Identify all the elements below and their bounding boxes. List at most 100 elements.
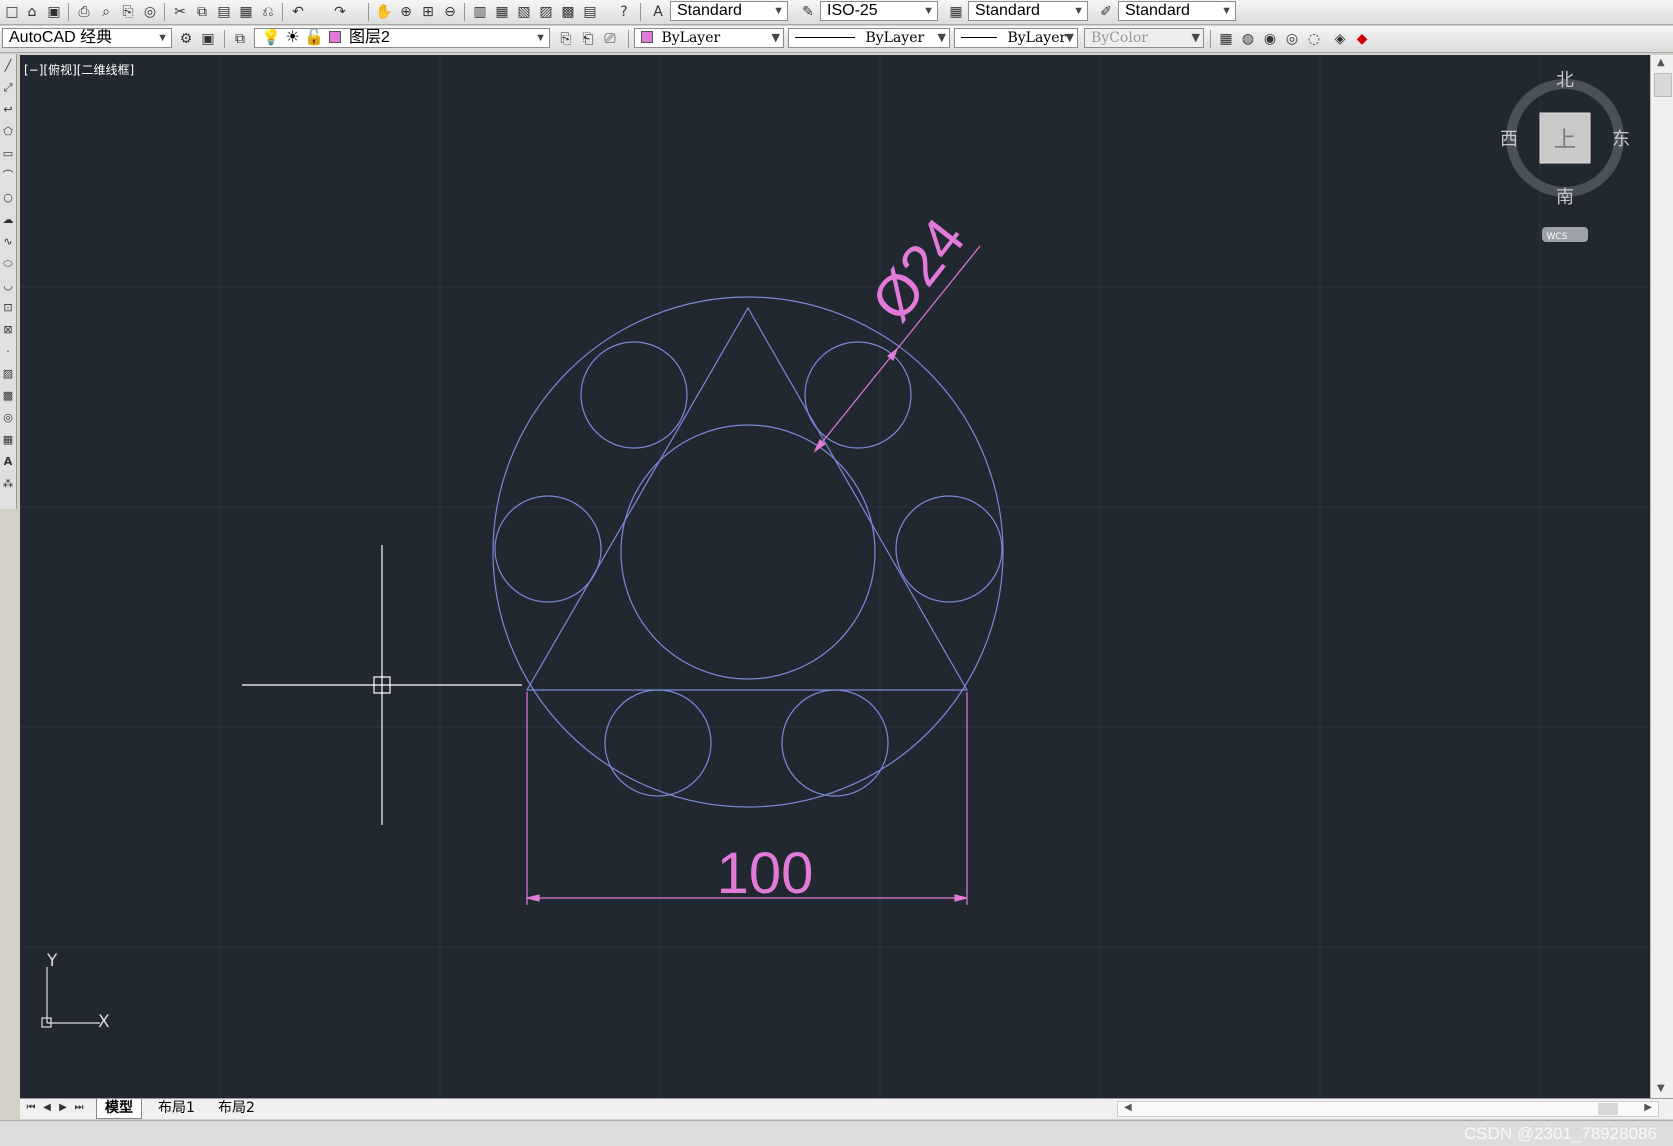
- redo-icon[interactable]: ↷: [330, 2, 350, 22]
- last-tab-icon[interactable]: ⏭: [72, 1101, 86, 1115]
- plot-icon[interactable]: ⎙: [74, 2, 94, 22]
- viewcube-east[interactable]: 东: [1612, 129, 1630, 150]
- zoom-previous-icon[interactable]: ⊖: [440, 2, 460, 22]
- lineweight-control-select[interactable]: ByLayer ▼: [954, 28, 1078, 48]
- open-file-icon[interactable]: ⌂: [22, 2, 42, 22]
- clean-screen-icon[interactable]: ▣: [198, 29, 218, 49]
- markup-icon[interactable]: ▩: [558, 2, 578, 22]
- ellipse-icon[interactable]: ⬭: [1, 256, 15, 272]
- small-circle-3[interactable]: [494, 495, 602, 603]
- sheet-set-icon[interactable]: ▨: [536, 2, 556, 22]
- new-file-icon[interactable]: □: [2, 2, 22, 22]
- visual-style-manager-icon[interactable]: ◈: [1330, 29, 1350, 49]
- first-tab-icon[interactable]: ⏮: [24, 1101, 38, 1115]
- tab-layout1[interactable]: 布局1: [150, 1099, 203, 1118]
- hscroll-thumb[interactable]: [1598, 1103, 1618, 1115]
- small-circle-2[interactable]: [804, 341, 912, 449]
- viewcube-south[interactable]: 南: [1556, 187, 1574, 208]
- spline-icon[interactable]: ∿: [1, 234, 15, 250]
- viewcube-north[interactable]: 北: [1556, 70, 1574, 91]
- table-icon[interactable]: ▦: [1, 432, 15, 448]
- cut-icon[interactable]: ✂: [170, 2, 190, 22]
- multileader-style-icon[interactable]: ✐: [1096, 2, 1116, 22]
- scroll-left-icon[interactable]: ◀: [1124, 1102, 1132, 1113]
- ellipse-arc-icon[interactable]: ◡: [1, 278, 15, 294]
- layer-previous-icon[interactable]: ⎗: [578, 29, 598, 49]
- save-icon[interactable]: ▣: [44, 2, 64, 22]
- region-icon[interactable]: ◎: [1, 410, 15, 426]
- zoom-window-icon[interactable]: ⊞: [418, 2, 438, 22]
- small-circle-6[interactable]: [781, 689, 889, 797]
- plot-preview-icon[interactable]: ⌕: [96, 2, 116, 22]
- linear-dim-text[interactable]: 100: [717, 841, 814, 906]
- dim-style-icon[interactable]: ✎: [798, 2, 818, 22]
- scroll-down-icon[interactable]: ▼: [1657, 1083, 1665, 1094]
- multileader-style-select[interactable]: Standard ▼: [1118, 1, 1236, 21]
- visual-style-close-icon[interactable]: ◆: [1352, 29, 1372, 49]
- zoom-realtime-icon[interactable]: ⊕: [396, 2, 416, 22]
- outer-circle[interactable]: [492, 296, 1004, 808]
- line-icon[interactable]: ╱: [1, 58, 15, 74]
- polygon-icon[interactable]: ⬠: [1, 124, 15, 140]
- make-current-layer-icon[interactable]: ⎘: [556, 29, 576, 49]
- add-selected-icon[interactable]: ⁂: [1, 476, 15, 492]
- table-style-select[interactable]: Standard ▼: [968, 1, 1088, 21]
- horizontal-scrollbar[interactable]: ◀ ▶: [1117, 1101, 1659, 1117]
- paste-icon[interactable]: ▤: [214, 2, 234, 22]
- workspace-select[interactable]: AutoCAD 经典 ▼: [2, 28, 172, 48]
- drawing-canvas[interactable]: [−][俯视][二维线框] 100 Ø24 X Y 上 北 南 东 西 WCS: [20, 55, 1650, 1098]
- circle-icon[interactable]: ○: [1, 190, 15, 206]
- calculator-icon[interactable]: ▤: [580, 2, 600, 22]
- undo-icon[interactable]: ↶: [288, 2, 308, 22]
- tab-layout2[interactable]: 布局2: [210, 1099, 263, 1118]
- revision-cloud-icon[interactable]: ☁: [1, 212, 15, 228]
- workspace-settings-icon[interactable]: ⚙: [176, 29, 196, 49]
- tab-model[interactable]: 模型: [96, 1099, 142, 1119]
- hatch-icon[interactable]: ▨: [1, 366, 15, 382]
- small-circle-4[interactable]: [895, 495, 1003, 603]
- insert-block-icon[interactable]: ⊡: [1, 300, 15, 316]
- dim-style-select[interactable]: ISO-25 ▼: [820, 1, 938, 21]
- publish-icon[interactable]: ⎘: [118, 2, 138, 22]
- scroll-thumb[interactable]: [1654, 73, 1672, 97]
- scroll-up-icon[interactable]: ▲: [1657, 57, 1665, 68]
- color-control-select[interactable]: ByLayer ▼: [634, 28, 784, 48]
- visual-style-hidden-icon[interactable]: ◉: [1260, 29, 1280, 49]
- viewcube[interactable]: 上 北 南 东 西 WCS: [1500, 70, 1630, 242]
- text-style-select[interactable]: Standard ▼: [670, 1, 788, 21]
- next-tab-icon[interactable]: ▶: [56, 1101, 70, 1115]
- gradient-icon[interactable]: ▩: [1, 388, 15, 404]
- design-center-icon[interactable]: ▦: [492, 2, 512, 22]
- tool-palettes-icon[interactable]: ▧: [514, 2, 534, 22]
- small-circle-5[interactable]: [604, 689, 712, 797]
- copy-icon[interactable]: ⧉: [192, 2, 212, 22]
- construction-line-icon[interactable]: ⤢: [1, 80, 15, 96]
- visual-style-2d-icon[interactable]: ▦: [1216, 29, 1236, 49]
- text-style-icon[interactable]: A: [648, 2, 668, 22]
- small-circle-1[interactable]: [580, 341, 688, 449]
- viewcube-west[interactable]: 西: [1500, 129, 1518, 150]
- help-icon[interactable]: ?: [614, 2, 634, 22]
- make-block-icon[interactable]: ⊠: [1, 322, 15, 338]
- pan-icon[interactable]: ✋: [374, 2, 394, 22]
- point-icon[interactable]: ·: [1, 344, 15, 360]
- visual-style-wireframe-icon[interactable]: ◍: [1238, 29, 1258, 49]
- rectangle-icon[interactable]: ▭: [1, 146, 15, 162]
- 3d-print-icon[interactable]: ◎: [140, 2, 160, 22]
- scroll-right-icon[interactable]: ▶: [1644, 1102, 1652, 1113]
- layer-select[interactable]: 💡 ☀ 🔓 图层2 ▼: [254, 28, 550, 48]
- diameter-dim-text[interactable]: Ø24: [859, 207, 978, 333]
- linetype-control-select[interactable]: ByLayer ▼: [788, 28, 950, 48]
- layer-properties-icon[interactable]: ⧉: [230, 29, 250, 49]
- table-style-icon[interactable]: ▦: [946, 2, 966, 22]
- arc-icon[interactable]: ⌒: [1, 168, 15, 184]
- visual-style-conceptual-icon[interactable]: ◌: [1304, 29, 1324, 49]
- triangle[interactable]: [525, 306, 969, 691]
- previous-tab-icon[interactable]: ◀: [40, 1101, 54, 1115]
- properties-icon[interactable]: ▥: [470, 2, 490, 22]
- layer-states-icon[interactable]: ⎚: [600, 29, 620, 49]
- block-editor-icon[interactable]: ⎌: [258, 2, 278, 22]
- vertical-scrollbar[interactable]: ▲ ▼: [1650, 55, 1673, 1098]
- polyline-icon[interactable]: ↩: [1, 102, 15, 118]
- match-properties-icon[interactable]: ▦: [236, 2, 256, 22]
